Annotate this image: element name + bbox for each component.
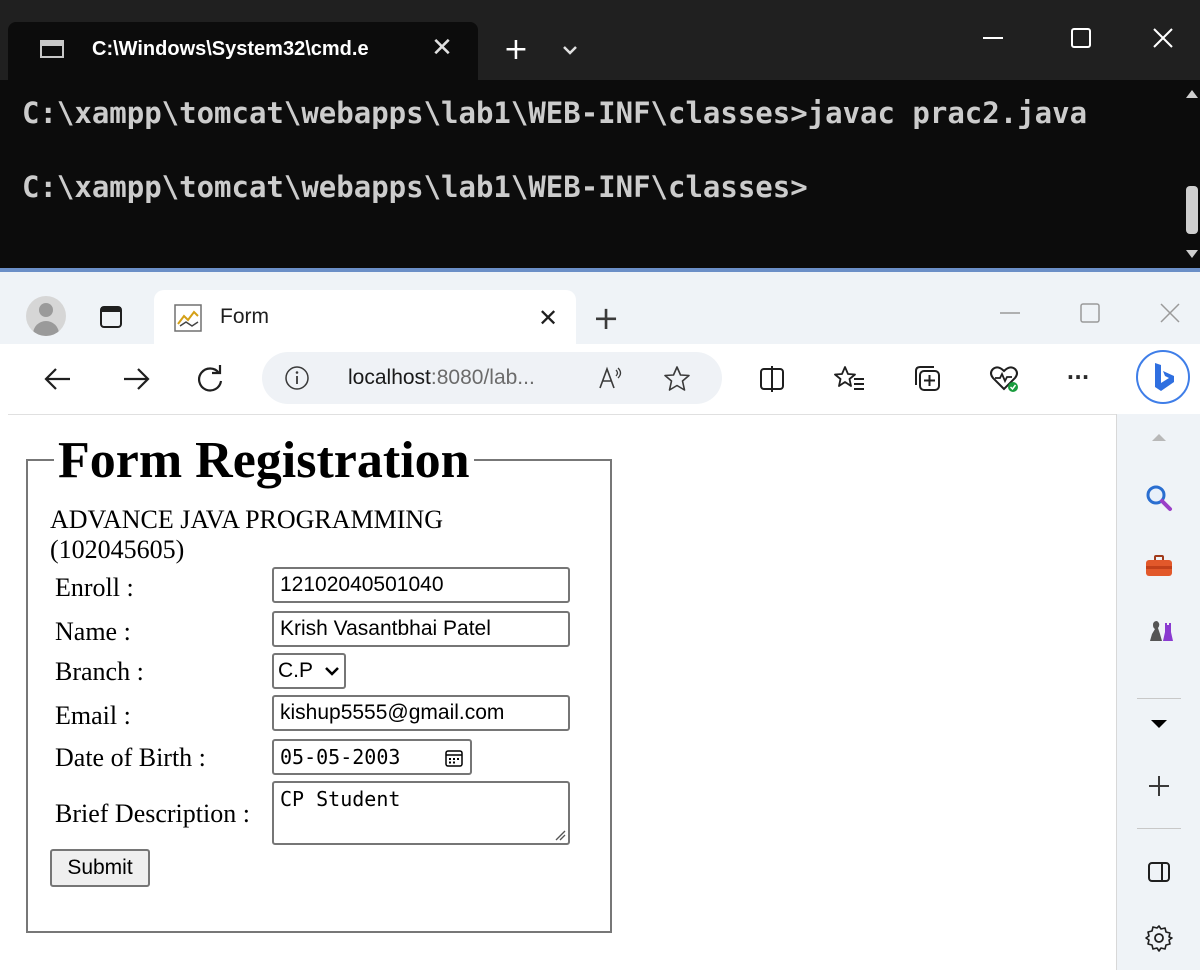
- description-value: CP Student: [280, 787, 401, 811]
- minimize-icon[interactable]: [968, 18, 1018, 58]
- cmd-icon: [40, 40, 64, 58]
- browser-tab-title: Form: [220, 305, 269, 328]
- page-content: Form Registration ADVANCE JAVA PROGRAMMI…: [8, 414, 1116, 970]
- scrollbar-thumb[interactable]: [1186, 186, 1198, 234]
- description-textarea[interactable]: CP Student: [272, 781, 570, 845]
- scroll-up-icon[interactable]: [1141, 426, 1177, 448]
- settings-icon[interactable]: [1141, 920, 1177, 956]
- resize-handle-icon[interactable]: [554, 829, 566, 841]
- sidebar-toggle-icon[interactable]: [1141, 854, 1177, 890]
- favorite-star-icon[interactable]: [662, 364, 692, 394]
- scroll-up-arrow-icon[interactable]: [1186, 90, 1198, 98]
- sidebar-separator: [1137, 698, 1181, 699]
- terminal-tab-close-icon[interactable]: ✕: [424, 30, 460, 66]
- tab-actions-icon[interactable]: [96, 302, 126, 332]
- tab-close-icon[interactable]: ✕: [532, 302, 564, 334]
- refresh-icon[interactable]: [190, 359, 230, 399]
- terminal-scrollbar[interactable]: [1182, 82, 1200, 268]
- chevron-down-icon: [325, 667, 339, 676]
- browser-essentials-icon[interactable]: [984, 359, 1024, 399]
- enroll-input[interactable]: 12102040501040: [272, 567, 570, 603]
- dob-input[interactable]: 05-05-2003: [272, 739, 472, 775]
- tools-icon[interactable]: [1141, 548, 1177, 584]
- registration-fieldset: Form Registration ADVANCE JAVA PROGRAMMI…: [26, 433, 612, 933]
- terminal-tab-title: C:\Windows\System32\cmd.e: [92, 38, 369, 60]
- new-tab-button[interactable]: +: [588, 300, 624, 336]
- sidebar-separator: [1137, 828, 1181, 829]
- maximize-icon[interactable]: [1070, 298, 1110, 328]
- tomcat-icon: [174, 304, 202, 332]
- address-url: localhost:8080/lab...: [348, 366, 535, 390]
- edge-sidebar: [1116, 414, 1200, 970]
- terminal-line: C:\xampp\tomcat\webapps\lab1\WEB-INF\cla…: [22, 96, 1088, 130]
- email-label: Email :: [55, 701, 131, 730]
- minimize-icon[interactable]: [990, 298, 1030, 328]
- calendar-icon[interactable]: [444, 748, 464, 768]
- email-input[interactable]: kishup5555@gmail.com: [272, 695, 570, 731]
- maximize-icon[interactable]: [1056, 18, 1106, 58]
- url-host: localhost: [348, 366, 431, 389]
- back-icon[interactable]: [38, 359, 78, 399]
- name-label: Name :: [55, 617, 131, 646]
- add-icon[interactable]: [1141, 768, 1177, 804]
- browser-tab-strip: Form ✕ +: [0, 272, 1200, 346]
- copilot-button[interactable]: [1136, 350, 1190, 404]
- terminal-titlebar: C:\Windows\System32\cmd.e ✕ +: [0, 0, 1200, 80]
- dob-label: Date of Birth :: [55, 743, 206, 772]
- split-screen-icon[interactable]: [752, 359, 792, 399]
- copilot-icon: [1155, 363, 1174, 391]
- info-icon[interactable]: [284, 365, 310, 391]
- collections-icon[interactable]: [908, 359, 948, 399]
- terminal-output[interactable]: C:\xampp\tomcat\webapps\lab1\WEB-INF\cla…: [22, 94, 1172, 207]
- branch-label: Branch :: [55, 657, 144, 686]
- terminal-prompt-line: C:\xampp\tomcat\webapps\lab1\WEB-INF\cla…: [22, 170, 808, 204]
- dob-value: 05-05-2003: [280, 745, 401, 769]
- browser-window: Form ✕ + localhost:8080/lab... ··· Form …: [0, 272, 1200, 970]
- games-icon[interactable]: [1141, 612, 1177, 648]
- browser-tab-form[interactable]: Form ✕: [154, 290, 576, 346]
- close-icon[interactable]: [1150, 298, 1190, 328]
- scroll-down-icon[interactable]: [1141, 710, 1177, 738]
- favorites-icon[interactable]: [830, 359, 870, 399]
- terminal-tab[interactable]: C:\Windows\System32\cmd.e ✕: [8, 22, 478, 80]
- terminal-new-tab-button[interactable]: +: [496, 30, 536, 70]
- branch-select[interactable]: C.P: [272, 653, 346, 689]
- submit-button[interactable]: Submit: [50, 849, 150, 887]
- branch-selected-value: C.P: [278, 659, 314, 682]
- scroll-down-arrow-icon[interactable]: [1186, 250, 1198, 258]
- close-icon[interactable]: [1138, 18, 1188, 58]
- url-path: :8080/lab...: [430, 366, 535, 389]
- chevron-down-icon[interactable]: [552, 30, 588, 70]
- more-icon[interactable]: ···: [1058, 359, 1098, 399]
- address-bar[interactable]: localhost:8080/lab...: [262, 352, 722, 404]
- course-subtitle: ADVANCE JAVA PROGRAMMING (102045605): [50, 505, 443, 564]
- description-label: Brief Description :: [55, 799, 250, 828]
- search-icon[interactable]: [1141, 480, 1177, 516]
- profile-avatar[interactable]: [26, 296, 66, 336]
- terminal-window: C:\Windows\System32\cmd.e ✕ + C:\xampp\t…: [0, 0, 1200, 270]
- read-aloud-icon[interactable]: [596, 364, 624, 392]
- enroll-label: Enroll :: [55, 573, 134, 602]
- browser-toolbar: localhost:8080/lab... ···: [0, 344, 1200, 414]
- forward-icon[interactable]: [116, 359, 156, 399]
- form-legend: Form Registration: [54, 433, 474, 489]
- name-input[interactable]: Krish Vasantbhai Patel: [272, 611, 570, 647]
